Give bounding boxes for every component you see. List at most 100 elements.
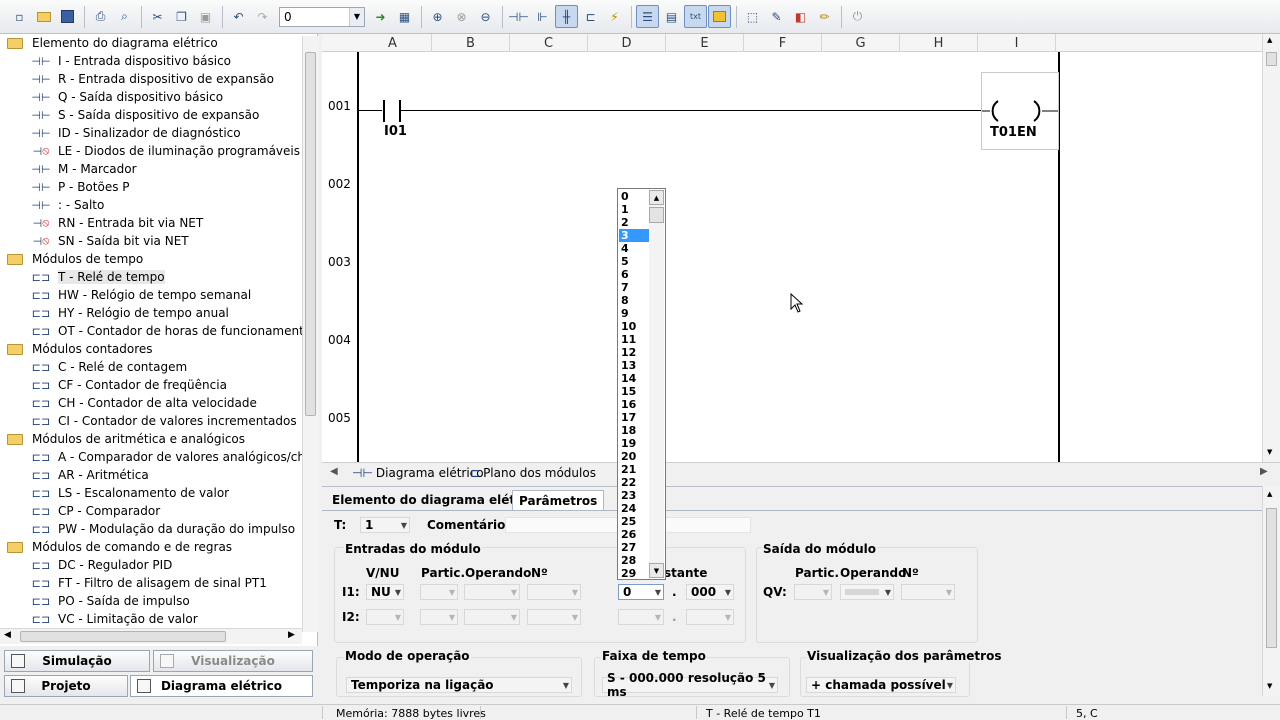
i1-vnu-select[interactable]: NU ▼: [366, 584, 404, 600]
param-display-select[interactable]: + chamada possível ▼: [806, 677, 956, 693]
scroll-up-icon[interactable]: ▲: [1267, 490, 1272, 498]
dropdown-option[interactable]: 6: [619, 268, 649, 281]
tree-item[interactable]: ⊏⊐ A - Comparador de valores analógicos/c…: [0, 448, 317, 466]
dropdown-option[interactable]: 0: [619, 190, 649, 203]
tab-circuit-diagram[interactable]: ⊣⊢ Diagrama elétrico: [352, 465, 484, 481]
tree-item[interactable]: ⊏⊐ PO - Saída de impulso: [0, 592, 317, 610]
dropdown-option[interactable]: 26: [619, 528, 649, 541]
i2-no-select[interactable]: ▼: [527, 609, 581, 625]
tree-category[interactable]: Módulos de comando e de regras: [0, 538, 317, 556]
tab-scroll-left-icon[interactable]: ◀: [330, 466, 338, 477]
i2-operando-select[interactable]: ▼: [464, 609, 520, 625]
tree-hscroll-thumb[interactable]: [20, 631, 226, 642]
visualization-button[interactable]: Visualização: [153, 650, 313, 672]
tree-item[interactable]: ⊣⊢ M - Marcador: [0, 160, 317, 178]
tree-item[interactable]: ⊏⊐ AR - Aritmética: [0, 466, 317, 484]
dropdown-option[interactable]: 8: [619, 294, 649, 307]
eraser-icon[interactable]: ◧: [789, 5, 812, 28]
time-range-select[interactable]: S - 000.000 resolução 5 ms ▼: [602, 671, 778, 699]
dropdown-option[interactable]: 29: [619, 567, 649, 579]
undo-icon[interactable]: ↶: [227, 5, 250, 28]
dropdown-scrollbar[interactable]: ▲ ▼: [649, 190, 664, 578]
tree-item[interactable]: ⊣⊢ I - Entrada dispositivo básico: [0, 52, 317, 70]
tab-parameters[interactable]: Parâmetros: [512, 490, 605, 510]
print-preview-icon[interactable]: ⌕: [113, 5, 136, 28]
tree-item[interactable]: ⊏⊐ HW - Relógio de tempo semanal: [0, 286, 317, 304]
coil-cell[interactable]: T01EN: [981, 72, 1059, 150]
open-folder-icon[interactable]: [32, 5, 55, 28]
tree-item[interactable]: ⊏⊐ DC - Regulador PID: [0, 556, 317, 574]
dropdown-option[interactable]: 13: [619, 359, 649, 372]
save-icon[interactable]: [56, 5, 79, 28]
select-rect-icon[interactable]: ⬚: [741, 5, 764, 28]
connect-inverse-icon[interactable]: ⊩: [531, 5, 554, 28]
tree-item[interactable]: ⊣⊢: - Salto: [0, 196, 317, 214]
dropdown-option[interactable]: 16: [619, 398, 649, 411]
dropdown-option[interactable]: 17: [619, 411, 649, 424]
dropdown-option[interactable]: 5: [619, 255, 649, 268]
dropdown-option[interactable]: 4: [619, 242, 649, 255]
scroll-left-icon[interactable]: ◀: [4, 630, 11, 640]
dropdown-option[interactable]: 14: [619, 372, 649, 385]
circuit-diagram[interactable]: ABCDEFGHI I01 T01EN 001 002 003 004 005: [322, 34, 1262, 462]
qv-operando-select[interactable]: ▼: [840, 584, 894, 600]
pencil-icon[interactable]: ✏: [813, 5, 836, 28]
tree-scroll-thumb[interactable]: [305, 52, 316, 416]
tree-vertical-scrollbar[interactable]: [302, 36, 318, 632]
dropdown-option[interactable]: 25: [619, 515, 649, 528]
dropdown-option[interactable]: 23: [619, 489, 649, 502]
power-icon[interactable]: ⏻: [846, 5, 869, 28]
dropdown-option[interactable]: 18: [619, 424, 649, 437]
tree-item[interactable]: ⊣ ⦸ LE - Diodos de iluminação programáveis: [0, 142, 317, 160]
connect-contact-icon[interactable]: ⊣⊢: [507, 5, 530, 28]
tree-category[interactable]: Módulos de tempo: [0, 250, 317, 268]
go-arrow-icon[interactable]: ➜: [369, 5, 392, 28]
dropdown-option[interactable]: 22: [619, 476, 649, 489]
zoom-fit-icon[interactable]: ⊗: [450, 5, 473, 28]
dropdown-option[interactable]: 7: [619, 281, 649, 294]
i2-constant-select[interactable]: ▼: [618, 609, 664, 625]
dropdown-option[interactable]: 11: [619, 333, 649, 346]
copy-icon[interactable]: ❐: [170, 5, 193, 28]
view-highlight-icon[interactable]: [708, 5, 731, 28]
cut-icon[interactable]: ✂: [146, 5, 169, 28]
diagram-scroll-thumb[interactable]: [1266, 52, 1277, 66]
simulation-button[interactable]: Simulação: [4, 650, 150, 672]
scroll-down-icon[interactable]: ▼: [1267, 448, 1272, 456]
diagram-vertical-scrollbar[interactable]: ▲ ▼: [1262, 34, 1280, 462]
tree-category[interactable]: Elemento do diagrama elétrico: [0, 34, 317, 52]
dropdown-option[interactable]: 20: [619, 450, 649, 463]
i1-no-select[interactable]: ▼: [527, 584, 581, 600]
print-icon[interactable]: ⎙: [89, 5, 112, 28]
scroll-down-icon[interactable]: ▼: [1267, 682, 1272, 690]
tree-item[interactable]: ⊏⊐ CH - Contador de alta velocidade: [0, 394, 317, 412]
scroll-up-icon[interactable]: ▲: [649, 190, 664, 205]
dropdown-option[interactable]: 15: [619, 385, 649, 398]
i1-operando-select[interactable]: ▼: [464, 584, 520, 600]
grid-icon[interactable]: ▦: [393, 5, 416, 28]
tree-item[interactable]: ⊏⊐ T - Relé de tempo: [0, 268, 317, 286]
constant-seconds-select[interactable]: 0 ▼: [618, 584, 664, 600]
dropdown-option[interactable]: 27: [619, 541, 649, 554]
tree-item[interactable]: ⊣ ⦸ RN - Entrada bit via NET: [0, 214, 317, 232]
tree-item[interactable]: ⊏⊐ C - Relé de contagem: [0, 358, 317, 376]
connect-wire-icon[interactable]: ╫: [555, 5, 578, 28]
tree-item[interactable]: ⊣⊢ ID - Sinalizador de diagnóstico: [0, 124, 317, 142]
tree-item[interactable]: ⊏⊐ PW - Modulação da duração do impulso: [0, 520, 317, 538]
tree-item[interactable]: ⊏⊐ CI - Contador de valores incrementados: [0, 412, 317, 430]
project-button[interactable]: Projeto: [4, 675, 128, 697]
tree-item[interactable]: ⊏⊐ CF - Contador de freqüência: [0, 376, 317, 394]
constant-ms-select[interactable]: 000 ▼: [686, 584, 734, 600]
zoom-in-icon[interactable]: ⊕: [426, 5, 449, 28]
i1-partic-select[interactable]: ▼: [420, 584, 458, 600]
dropdown-option[interactable]: 12: [619, 346, 649, 359]
tree-item[interactable]: ⊣⊢ R - Entrada dispositivo de expansão: [0, 70, 317, 88]
view-grid-icon[interactable]: ▤: [660, 5, 683, 28]
scroll-up-icon[interactable]: ▲: [1267, 36, 1272, 44]
view-list-icon[interactable]: ☰: [636, 5, 659, 28]
dropdown-option[interactable]: 24: [619, 502, 649, 515]
edit-icon[interactable]: ✎: [765, 5, 788, 28]
tree-category[interactable]: Módulos de aritmética e analógicos: [0, 430, 317, 448]
contact-label[interactable]: I01: [384, 124, 407, 139]
redo-icon[interactable]: ↷: [251, 5, 274, 28]
